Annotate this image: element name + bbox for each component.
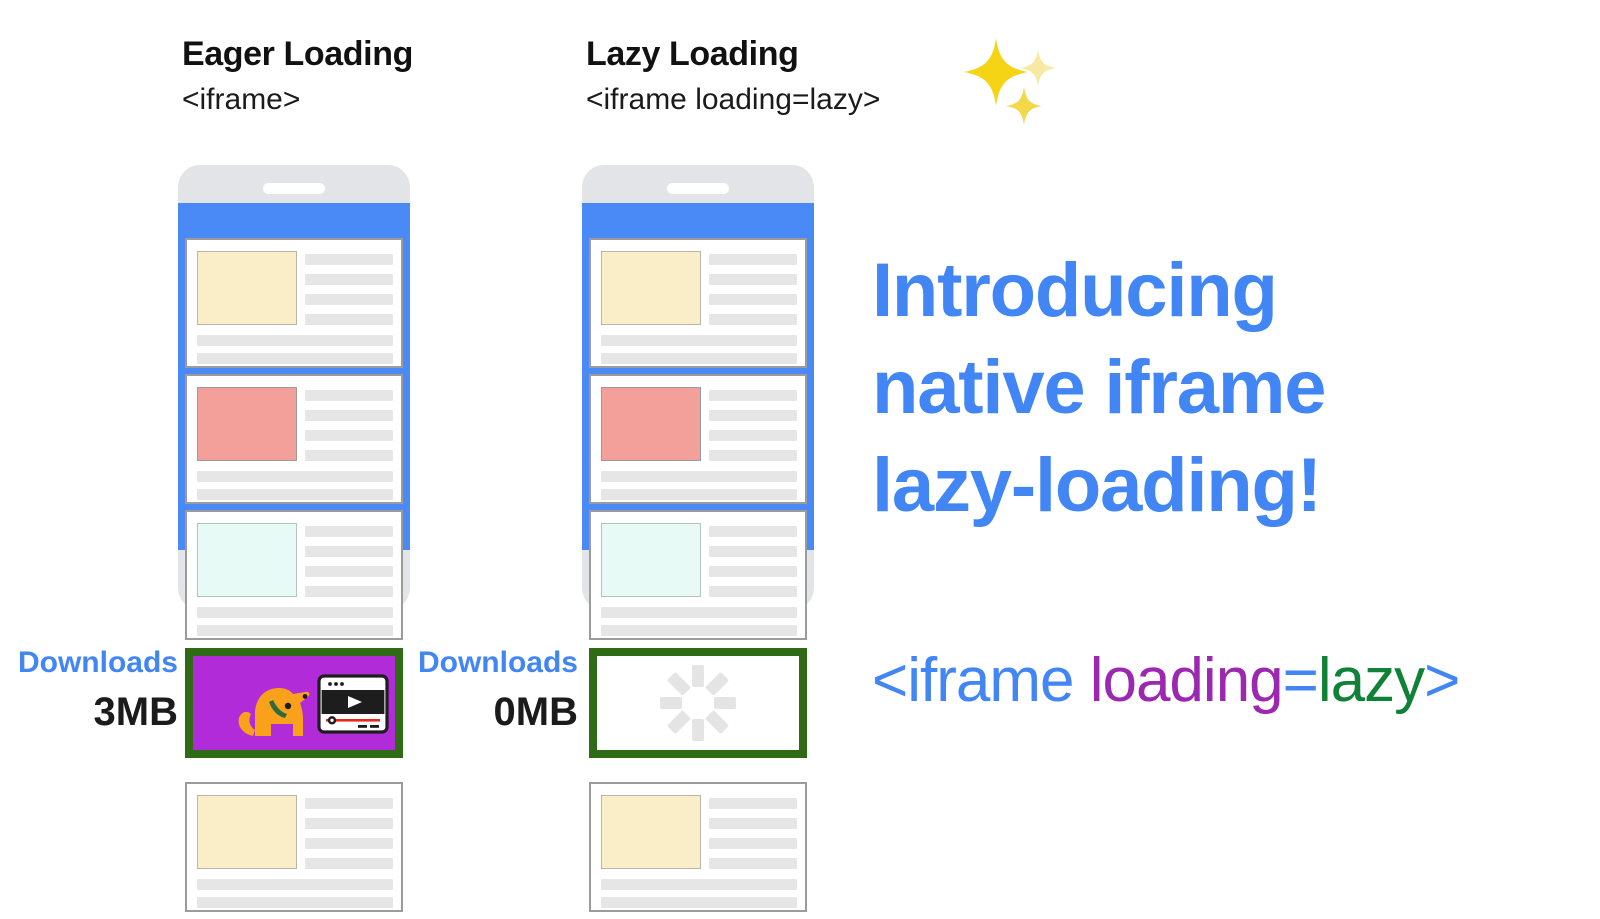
article-card[interactable] <box>589 238 807 368</box>
code-value: lazy <box>1317 646 1425 715</box>
iframe-embed-loaded[interactable] <box>185 648 403 758</box>
card-thumbnail <box>197 387 297 461</box>
page-headline: Introducing native iframe lazy-loading! <box>872 248 1326 528</box>
iframe-embed-placeholder[interactable] <box>589 648 807 758</box>
video-player-icon <box>317 674 389 734</box>
downloads-value: 0MB <box>493 690 578 734</box>
downloads-label: Downloads <box>17 646 178 679</box>
article-card[interactable] <box>185 238 403 368</box>
code-tag-open: <iframe <box>872 646 1074 715</box>
downloads-callout-lazy: Downloads 0MB <box>380 646 578 734</box>
phone-mockup-eager <box>160 0 580 919</box>
downloads-label: Downloads <box>417 646 578 679</box>
code-snippet: <iframe loading=lazy> <box>872 645 1460 716</box>
article-card[interactable] <box>589 782 807 912</box>
article-card[interactable] <box>589 374 807 504</box>
card-thumbnail <box>197 523 297 597</box>
downloads-callout-eager: Downloads 3MB <box>0 646 178 734</box>
article-card[interactable] <box>185 510 403 640</box>
card-thumbnail <box>197 251 297 325</box>
card-thumbnail <box>197 795 297 869</box>
phone-speaker <box>667 183 729 194</box>
phone-speaker <box>263 183 325 194</box>
article-card[interactable] <box>185 782 403 912</box>
video-thumbnail-illustration <box>193 656 395 750</box>
code-attribute: loading <box>1073 646 1284 715</box>
card-thumbnail <box>601 251 701 325</box>
card-thumbnail <box>601 387 701 461</box>
article-card[interactable] <box>589 510 807 640</box>
code-tag-close: > <box>1424 646 1460 715</box>
downloads-value: 3MB <box>93 690 178 734</box>
article-card[interactable] <box>185 374 403 504</box>
card-thumbnail <box>601 523 701 597</box>
code-equals: = <box>1282 646 1319 715</box>
loading-spinner-icon <box>659 664 737 742</box>
card-thumbnail <box>601 795 701 869</box>
